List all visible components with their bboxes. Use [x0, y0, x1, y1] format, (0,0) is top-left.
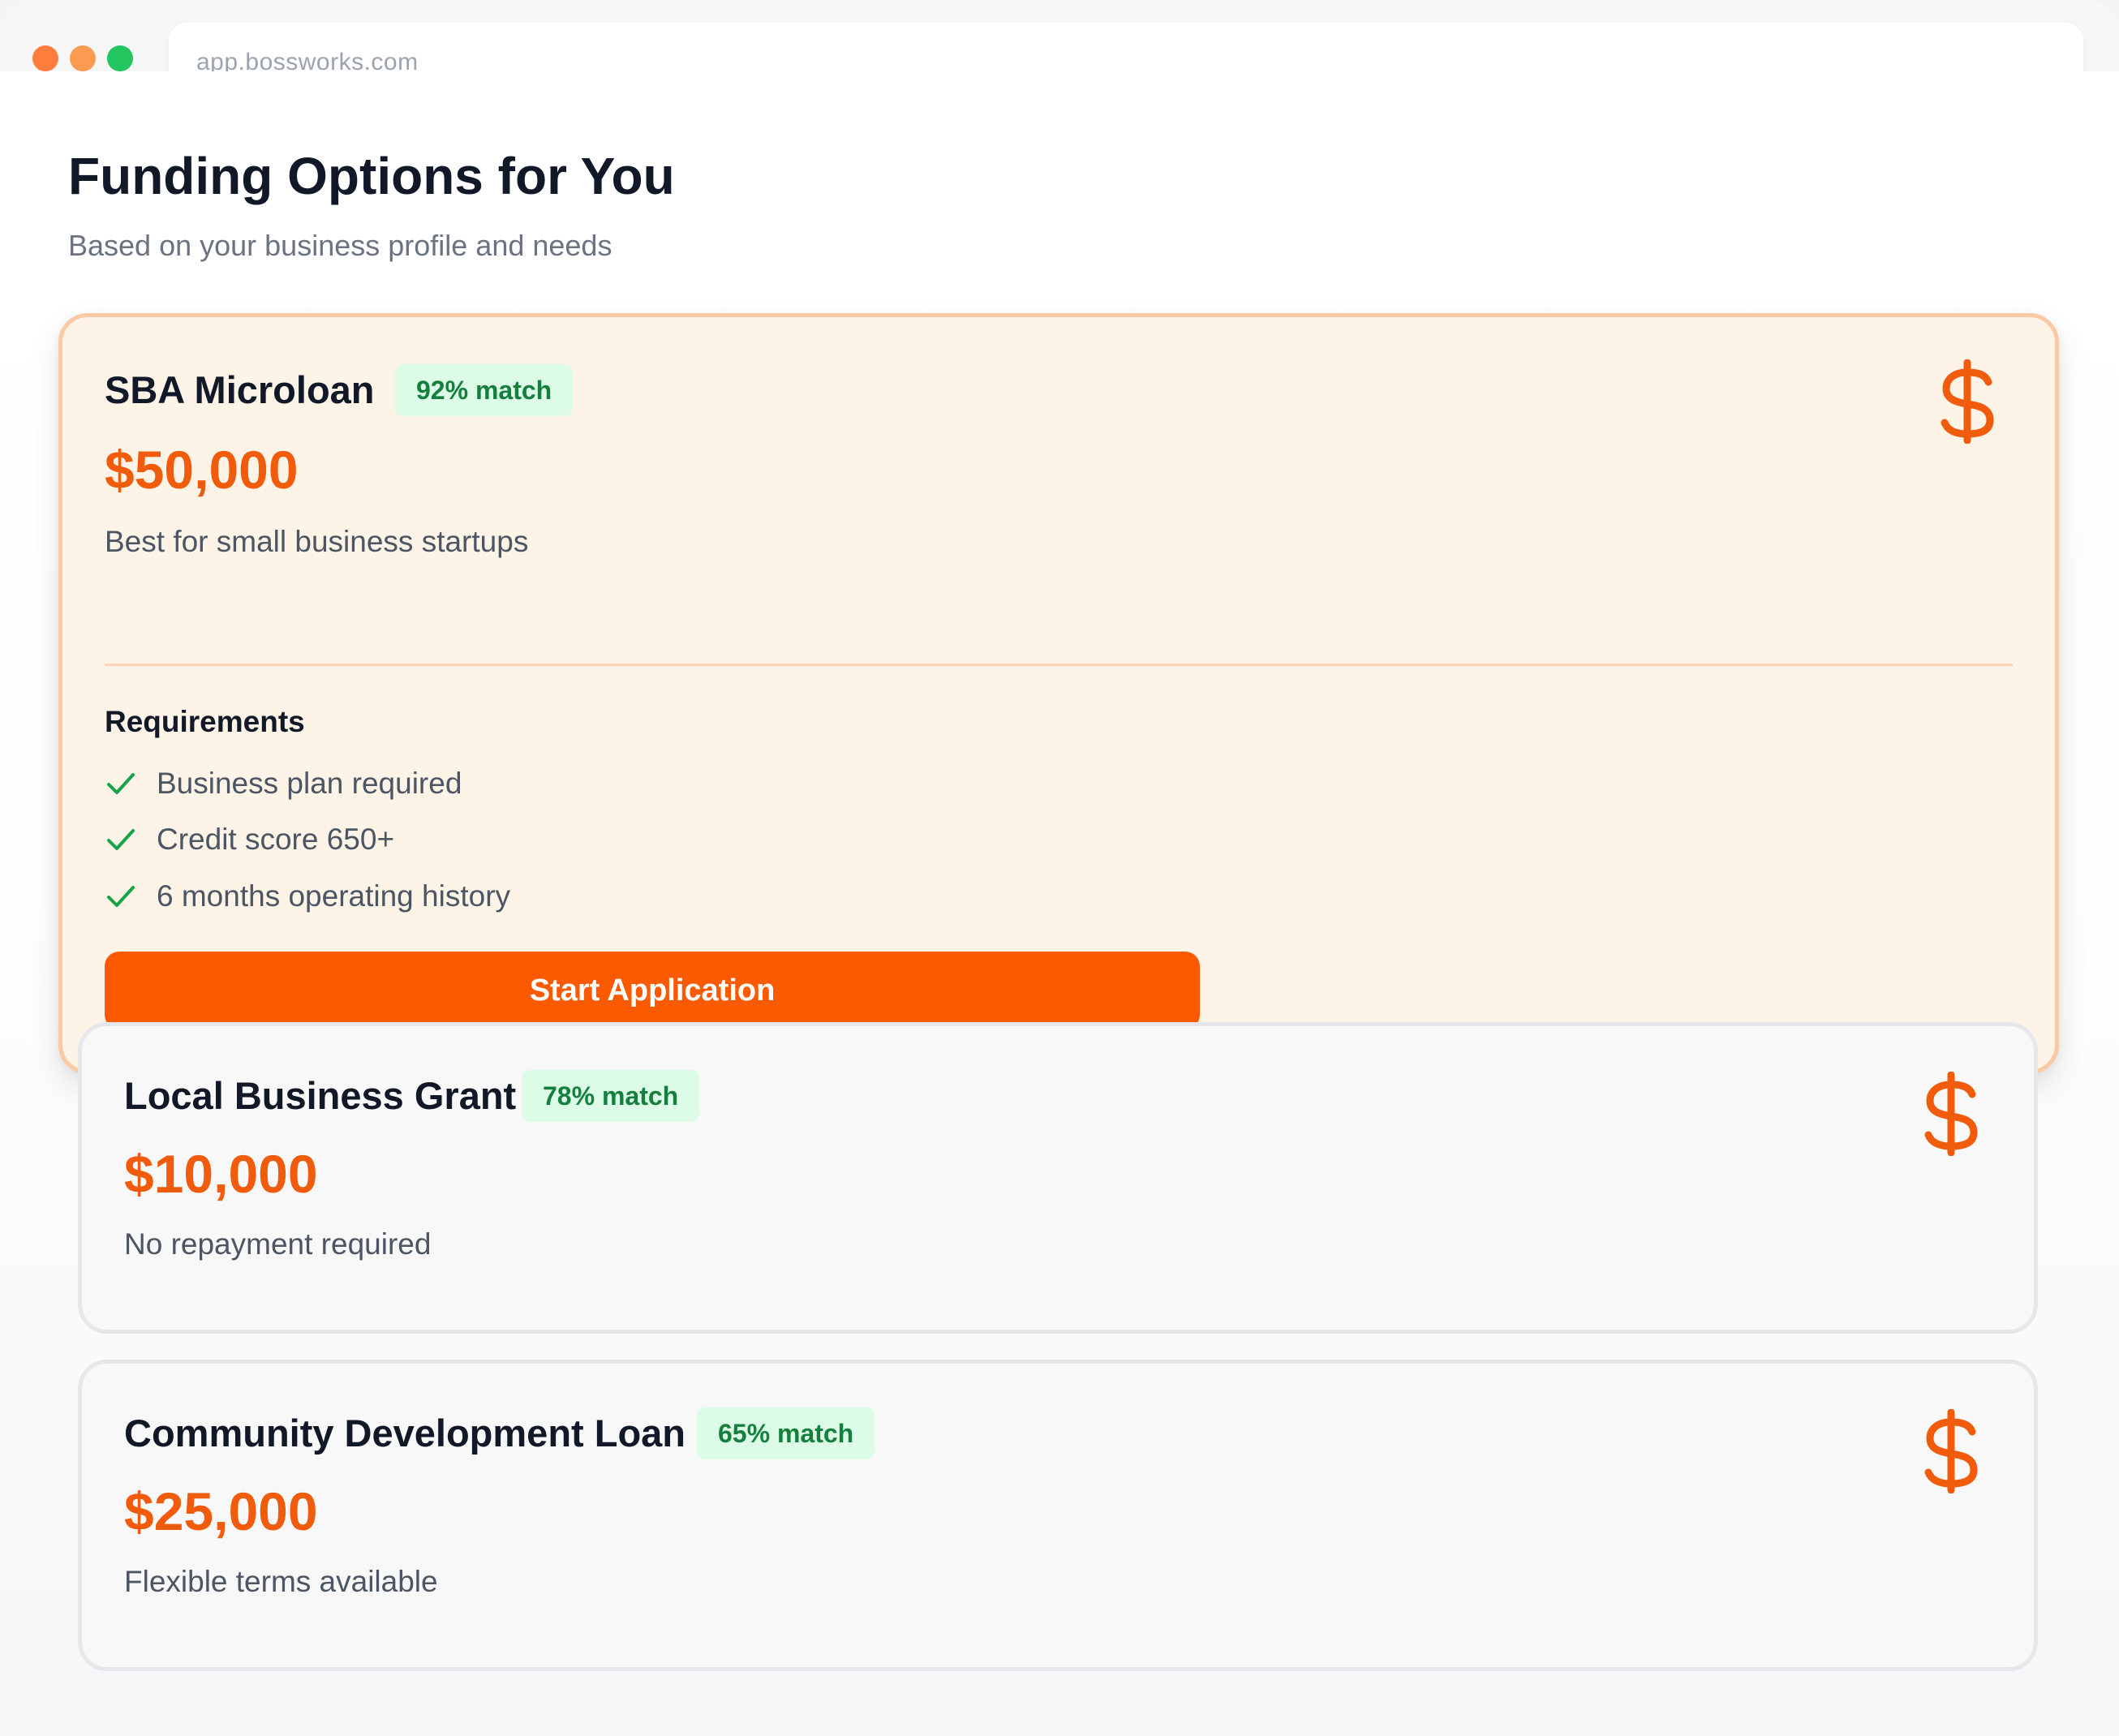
dollar-icon [1924, 1072, 1978, 1156]
option-description: Best for small business startups [105, 525, 529, 558]
option-name: Local Business Grant [124, 1074, 517, 1117]
funding-option-card-community-development-loan[interactable]: Community Development Loan 65% match $25… [78, 1360, 2038, 1671]
funding-option-card-sba-microloan[interactable]: SBA Microloan 92% match $50,000 Best for… [58, 313, 2059, 1074]
check-icon [107, 829, 135, 850]
option-amount: $50,000 [105, 440, 299, 500]
requirement-text: Credit score 650+ [157, 823, 395, 856]
browser-titlebar: app.bossworks.com [0, 0, 2119, 96]
page-content: Funding Options for You Based on your bu… [0, 71, 2119, 1736]
requirements-heading: Requirements [105, 705, 305, 738]
funding-option-card-local-business-grant[interactable]: Local Business Grant 78% match $10,000 N… [78, 1022, 2038, 1334]
page-subtitle: Based on your business profile and needs [68, 229, 612, 262]
page-title: Funding Options for You [68, 147, 675, 205]
browser-window: app.bossworks.com Funding Options for Yo… [0, 0, 2119, 1736]
requirement-item: Credit score 650+ [105, 819, 394, 860]
start-application-button[interactable]: Start Application [105, 952, 1200, 1029]
window-controls [32, 45, 133, 71]
requirement-item: Business plan required [105, 763, 462, 804]
check-icon [107, 773, 135, 794]
option-amount: $10,000 [124, 1144, 318, 1204]
close-window-button[interactable] [32, 45, 58, 71]
option-amount: $25,000 [124, 1481, 318, 1541]
maximize-window-button[interactable] [107, 45, 133, 71]
match-badge: 65% match [697, 1407, 875, 1459]
match-badge: 92% match [395, 364, 574, 416]
card-divider [105, 664, 2013, 666]
requirement-text: Business plan required [157, 767, 462, 800]
check-icon [107, 886, 135, 907]
option-name: SBA Microloan [105, 368, 375, 411]
match-badge: 78% match [522, 1070, 700, 1122]
requirement-text: 6 months operating history [157, 879, 511, 913]
minimize-window-button[interactable] [70, 45, 96, 71]
option-description: Flexible terms available [124, 1565, 438, 1598]
dollar-icon [1924, 1409, 1978, 1493]
dollar-icon [1941, 359, 1994, 444]
option-description: No repayment required [124, 1227, 432, 1261]
option-name: Community Development Loan [124, 1412, 686, 1455]
requirement-item: 6 months operating history [105, 876, 510, 917]
